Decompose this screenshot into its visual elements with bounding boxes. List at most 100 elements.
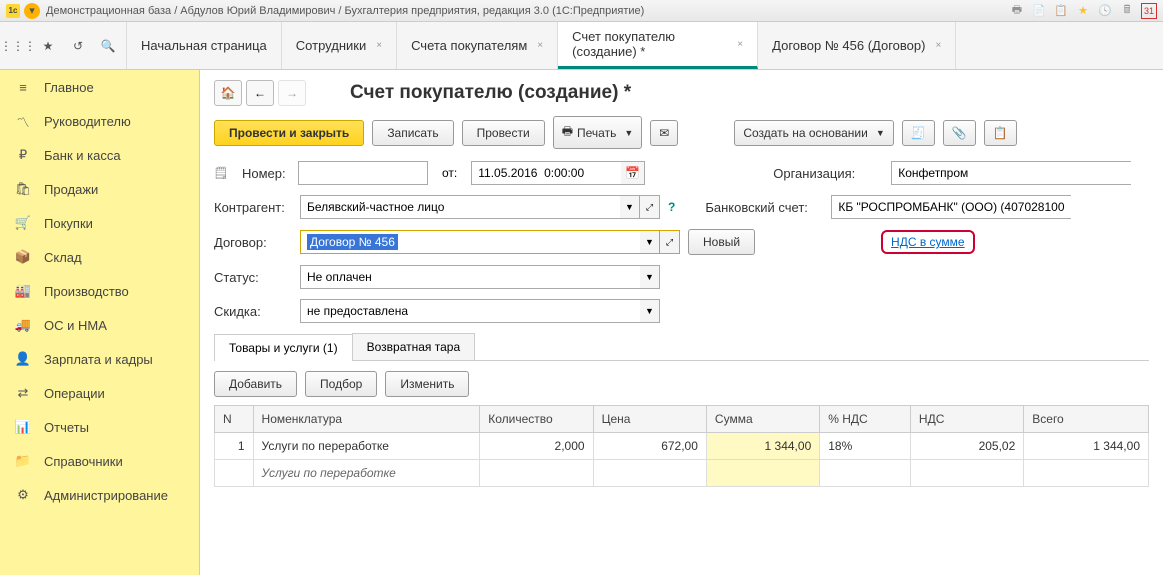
sidebar-item-assets[interactable]: 🚚ОС и НМА <box>0 308 199 342</box>
sidebar-item-reports[interactable]: 📊Отчеты <box>0 410 199 444</box>
subtab-goods[interactable]: Товары и услуги (1) <box>214 334 353 361</box>
truck-icon: 🚚 <box>14 316 32 334</box>
back-button[interactable]: ← <box>246 80 274 106</box>
tab-invoices[interactable]: Счета покупателям× <box>397 22 558 69</box>
table-row[interactable]: 1 Услуги по переработке 2,000 672,00 1 3… <box>215 433 1149 460</box>
subtab-returnable[interactable]: Возвратная тара <box>352 333 476 360</box>
dropdown-icon[interactable]: ▼ <box>640 265 660 289</box>
subtabs: Товары и услуги (1) Возвратная тара <box>214 333 1149 361</box>
status-input[interactable] <box>300 265 640 289</box>
col-n[interactable]: N <box>215 406 254 433</box>
sidebar-item-main[interactable]: ≡Главное <box>0 70 199 104</box>
close-icon[interactable]: × <box>737 39 743 50</box>
titlebar-text: Демонстрационная база / Абдулов Юрий Вла… <box>46 5 644 17</box>
bars-icon: 📊 <box>14 418 32 436</box>
save-button[interactable]: Записать <box>372 120 453 146</box>
print-button[interactable]: 🖶 Печать▼ <box>553 116 643 149</box>
sidebar-item-bank[interactable]: ₽Банк и касса <box>0 138 199 172</box>
history-icon[interactable]: ↺ <box>66 34 90 58</box>
sidebar: ≡Главное 〽Руководителю ₽Банк и касса 🛍Пр… <box>0 70 200 575</box>
calc-icon[interactable]: 🖩 <box>1119 3 1135 19</box>
person-icon: 👤 <box>14 350 32 368</box>
tab-invoice-create[interactable]: Счет покупателю (создание) *× <box>558 22 758 69</box>
attach-button[interactable]: 📎 <box>943 120 976 146</box>
sidebar-item-admin[interactable]: ⚙Администрирование <box>0 478 199 512</box>
hist-icon[interactable]: 🕓 <box>1097 3 1113 19</box>
dropdown-icon[interactable]: ▼ <box>640 299 660 323</box>
edit-row-button[interactable]: Изменить <box>385 371 469 397</box>
vat-link[interactable]: НДС в сумме <box>881 230 975 254</box>
forward-button[interactable]: → <box>278 80 306 106</box>
sidebar-item-sales[interactable]: 🛍Продажи <box>0 172 199 206</box>
counterparty-input[interactable] <box>300 195 620 219</box>
tab-home[interactable]: Начальная страница <box>127 22 282 69</box>
page-title: Счет покупателю (создание) * <box>350 82 631 104</box>
submit-close-button[interactable]: Провести и закрыть <box>214 120 364 146</box>
contract-input[interactable]: Договор № 456 <box>300 230 640 254</box>
col-vatrate[interactable]: % НДС <box>820 406 911 433</box>
close-icon[interactable]: × <box>537 40 543 51</box>
submit-button[interactable]: Провести <box>462 120 545 146</box>
sidebar-item-purchases[interactable]: 🛒Покупки <box>0 206 199 240</box>
date-input[interactable] <box>471 161 621 185</box>
email-button[interactable]: ✉ <box>650 120 678 146</box>
add-row-button[interactable]: Добавить <box>214 371 297 397</box>
contract-label: Договор: <box>214 235 292 250</box>
col-qty[interactable]: Количество <box>480 406 593 433</box>
col-price[interactable]: Цена <box>593 406 706 433</box>
discount-label: Скидка: <box>214 304 292 319</box>
doc-icon[interactable]: 📄 <box>1031 3 1047 19</box>
counterparty-label: Контрагент: <box>214 200 292 215</box>
number-input[interactable] <box>298 161 428 185</box>
titlebar: 1c ▾ Демонстрационная база / Абдулов Юри… <box>0 0 1163 22</box>
bank-input[interactable] <box>831 195 1071 219</box>
star-icon[interactable]: ★ <box>1075 3 1091 19</box>
extra-button[interactable]: 📋 <box>984 120 1017 146</box>
sidebar-item-operations[interactable]: ⇄Операции <box>0 376 199 410</box>
top-toolbar: ⋮⋮⋮ ★ ↺ 🔍 Начальная страница Сотрудники×… <box>0 22 1163 70</box>
cart-icon: 🛒 <box>14 214 32 232</box>
home-button[interactable]: 🏠 <box>214 80 242 106</box>
pick-button[interactable]: Подбор <box>305 371 377 397</box>
open-icon[interactable]: ⤢ <box>640 195 660 219</box>
close-icon[interactable]: × <box>376 40 382 51</box>
sidebar-item-manager[interactable]: 〽Руководителю <box>0 104 199 138</box>
sidebar-item-refs[interactable]: 📁Справочники <box>0 444 199 478</box>
tab-contract[interactable]: Договор № 456 (Договор)× <box>758 22 956 69</box>
sidebar-item-warehouse[interactable]: 📦Склад <box>0 240 199 274</box>
org-input[interactable] <box>891 161 1131 185</box>
discount-input[interactable] <box>300 299 640 323</box>
factory-icon: 🏭 <box>14 282 32 300</box>
cal31-icon[interactable]: 31 <box>1141 3 1157 19</box>
items-table: N Номенклатура Количество Цена Сумма % Н… <box>214 405 1149 487</box>
calendar-icon[interactable]: 📅 <box>621 161 645 185</box>
dropdown-icon[interactable]: ▼ <box>620 195 640 219</box>
table-row-sub[interactable]: Услуги по переработке <box>215 460 1149 487</box>
favorite-icon[interactable]: ★ <box>36 34 60 58</box>
transfer-icon: ⇄ <box>14 384 32 402</box>
nav-dropdown-icon[interactable]: ▾ <box>24 3 40 19</box>
status-label: Статус: <box>214 270 292 285</box>
dropdown-icon[interactable]: ▼ <box>640 230 660 254</box>
open-icon[interactable]: ⤢ <box>660 230 680 254</box>
apps-icon[interactable]: ⋮⋮⋮ <box>6 34 30 58</box>
menu-icon: ≡ <box>14 78 32 96</box>
close-icon[interactable]: × <box>935 40 941 51</box>
sidebar-item-production[interactable]: 🏭Производство <box>0 274 199 308</box>
org-label: Организация: <box>773 166 883 181</box>
col-name[interactable]: Номенклатура <box>253 406 480 433</box>
create-based-button[interactable]: Создать на основании▼ <box>734 120 893 146</box>
sidebar-item-hr[interactable]: 👤Зарплата и кадры <box>0 342 199 376</box>
col-sum[interactable]: Сумма <box>706 406 819 433</box>
copy-icon[interactable]: 📋 <box>1053 3 1069 19</box>
structure-button[interactable]: 🧾 <box>902 120 935 146</box>
new-contract-button[interactable]: Новый <box>688 229 755 255</box>
chart-icon: 〽 <box>14 112 32 130</box>
col-vat[interactable]: НДС <box>910 406 1023 433</box>
help-icon[interactable]: ? <box>668 200 675 214</box>
search-icon[interactable]: 🔍 <box>96 34 120 58</box>
col-total[interactable]: Всего <box>1024 406 1149 433</box>
print-icon[interactable]: 🖶 <box>1009 3 1025 19</box>
tab-employees[interactable]: Сотрудники× <box>282 22 397 69</box>
app-logo-icon: 1c <box>6 4 20 18</box>
